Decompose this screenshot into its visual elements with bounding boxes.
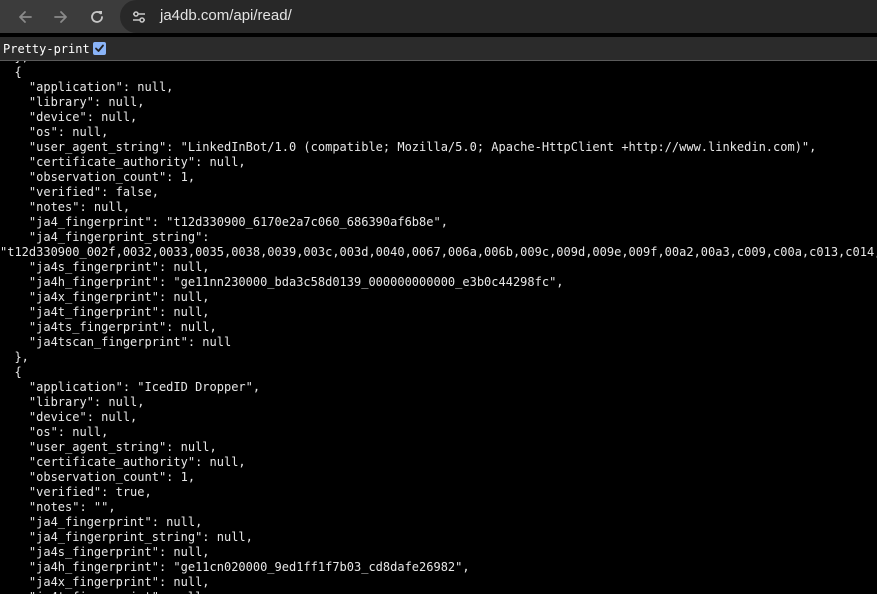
json-line: "certificate_authority": null,: [0, 455, 246, 469]
json-line: {: [0, 65, 22, 79]
json-line: "ja4x_fingerprint": null,: [0, 575, 210, 589]
json-line: "ja4h_fingerprint": "ge11nn230000_bda3c5…: [0, 275, 564, 289]
json-line: "ja4h_fingerprint": "ge11cn020000_9ed1ff…: [0, 560, 470, 574]
json-line: "user_agent_string": null,: [0, 440, 217, 454]
json-line: "user_agent_string": "LinkedInBot/1.0 (c…: [0, 140, 817, 154]
json-line: "os": null,: [0, 125, 109, 139]
json-line: {: [0, 365, 22, 379]
json-line: "application": "IcedID Dropper",: [0, 380, 261, 394]
json-line: "verified": false,: [0, 185, 159, 199]
checkmark-icon: [95, 44, 104, 52]
json-line: "device": null,: [0, 410, 138, 424]
json-line: "observation_count": 1,: [0, 170, 196, 184]
back-button[interactable]: [12, 4, 38, 30]
pretty-print-bar: Pretty-print: [0, 37, 877, 61]
json-viewer: }, { "application": null, "library": nul…: [0, 50, 877, 594]
json-line: "ja4_fingerprint_string":: [0, 230, 210, 244]
json-line: "observation_count": 1,: [0, 470, 196, 484]
json-line: "ja4ts_fingerprint": null,: [0, 320, 217, 334]
json-line: },: [0, 350, 29, 364]
url-text[interactable]: ja4db.com/api/read/: [160, 7, 292, 24]
json-line: "verified": true,: [0, 485, 152, 499]
forward-arrow-icon: [54, 11, 67, 23]
json-line: "ja4_fingerprint": "t12d330900_6170e2a7c…: [0, 215, 448, 229]
site-info-button[interactable]: [130, 8, 148, 26]
json-line: "ja4t_fingerprint": null: [0, 590, 202, 594]
json-line: "certificate_authority": null,: [0, 155, 246, 169]
json-line: "ja4x_fingerprint": null,: [0, 290, 210, 304]
json-line: "t12d330900_002f,0032,0033,0035,0038,003…: [0, 245, 877, 259]
browser-toolbar: ja4db.com/api/read/: [0, 0, 877, 33]
json-line: "os": null,: [0, 425, 109, 439]
json-line: "ja4s_fingerprint": null,: [0, 260, 210, 274]
json-line: "library": null,: [0, 395, 145, 409]
pretty-print-checkbox[interactable]: [93, 42, 106, 55]
reload-icon: [91, 11, 103, 23]
forward-button[interactable]: [48, 4, 74, 30]
json-line: "application": null,: [0, 80, 174, 94]
back-arrow-icon: [19, 11, 32, 23]
pretty-print-label: Pretty-print: [3, 42, 90, 56]
json-line: "notes": null,: [0, 200, 131, 214]
json-line: "ja4tscan_fingerprint": null: [0, 335, 232, 349]
json-line: "library": null,: [0, 95, 145, 109]
json-line: "ja4t_fingerprint": null,: [0, 305, 210, 319]
address-bar[interactable]: ja4db.com/api/read/: [120, 0, 877, 33]
reload-button[interactable]: [84, 4, 110, 30]
json-line: "ja4_fingerprint": null,: [0, 515, 203, 529]
json-line: "ja4_fingerprint_string": null,: [0, 530, 253, 544]
json-line: "notes": "",: [0, 500, 116, 514]
json-line: "device": null,: [0, 110, 138, 124]
tune-icon: [133, 11, 145, 23]
json-line: "ja4s_fingerprint": null,: [0, 545, 210, 559]
